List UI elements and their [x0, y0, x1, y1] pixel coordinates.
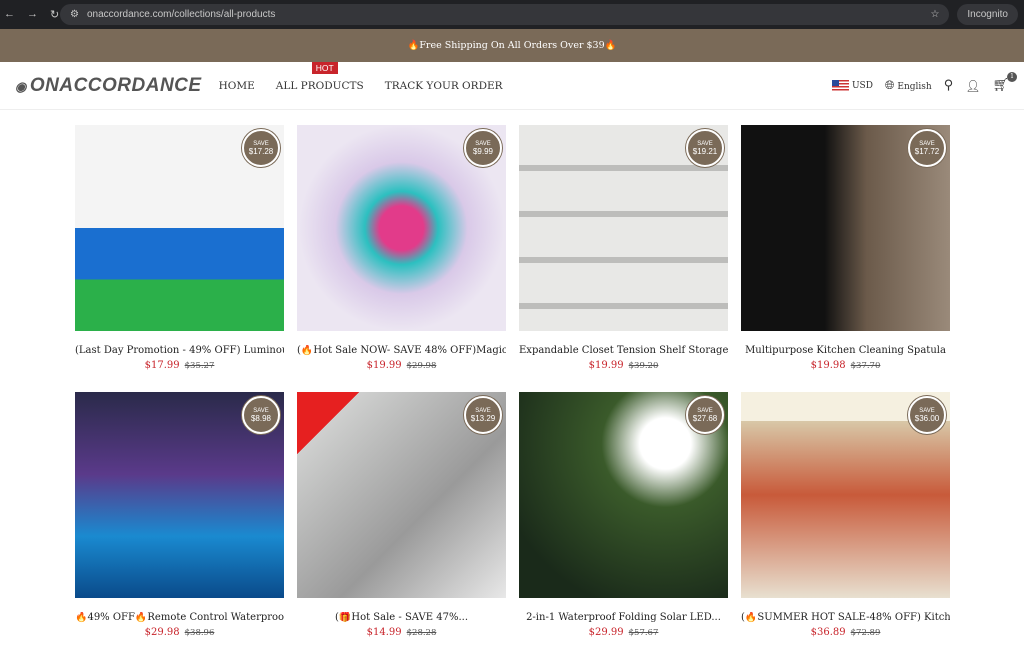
reload-icon[interactable]: ↻	[50, 8, 59, 21]
sale-price: $19.99	[588, 360, 624, 371]
product-title[interactable]: (🔥Hot Sale NOW- SAVE 48% OFF)Magic...	[297, 345, 506, 356]
product-card[interactable]: SAVE $27.68 2-in-1 Waterproof Folding Sol…	[519, 392, 728, 659]
nav-track-order[interactable]: TRACK YOUR ORDER	[385, 80, 503, 92]
nav-all-products[interactable]: HOT ALL PRODUCTS	[275, 61, 364, 92]
original-price: $35.27	[184, 361, 215, 371]
product-image[interactable]: SAVE $19.21	[519, 125, 728, 331]
save-amount: $27.68	[692, 413, 718, 423]
sale-price: $19.99	[366, 360, 402, 371]
product-prices: $36.89 $72.89	[741, 627, 950, 638]
sale-price: $36.89	[810, 627, 846, 638]
cart-icon[interactable]: 🛒︎ 1	[992, 72, 1017, 93]
save-amount: $17.72	[914, 146, 940, 156]
save-badge: SAVE $9.99	[464, 129, 502, 167]
product-prices: $29.99 $57.67	[519, 627, 728, 638]
product-image[interactable]: SAVE $13.29	[297, 392, 506, 598]
original-price: $29.98	[406, 361, 437, 371]
logo-icon: ◉	[15, 78, 27, 94]
product-card[interactable]: SAVE $19.21 Expandable Closet Tension She…	[519, 125, 728, 392]
product-title[interactable]: (🎁Hot Sale - SAVE 47%...	[297, 612, 506, 623]
product-title[interactable]: Expandable Closet Tension Shelf Storage.…	[519, 345, 728, 356]
save-badge: SAVE $19.21	[686, 129, 724, 167]
save-badge: SAVE $36.00	[908, 396, 946, 434]
logo[interactable]: ◉ ONACCORDANCE	[15, 75, 205, 97]
save-badge: SAVE $8.98	[242, 396, 280, 434]
product-title[interactable]: 🔥49% OFF🔥Remote Control Waterproo...	[75, 612, 284, 623]
forward-icon[interactable]: →	[27, 8, 38, 21]
url-text: onaccordance.com/collections/all-product…	[86, 9, 276, 20]
save-amount: $19.21	[692, 146, 718, 156]
save-amount: $36.00	[914, 413, 940, 423]
save-badge: SAVE $27.68	[686, 396, 724, 434]
original-price: $72.89	[850, 628, 881, 638]
main-nav: HOME HOT ALL PRODUCTS TRACK YOUR ORDER	[219, 61, 503, 92]
save-amount: $8.98	[250, 413, 272, 423]
product-prices: $19.98 $37.70	[741, 360, 950, 371]
incognito-label: Incognito	[967, 9, 1008, 20]
product-prices: $19.99 $29.98	[297, 360, 506, 371]
cart-count: 1	[1007, 72, 1017, 82]
sale-price: $17.99	[144, 360, 180, 371]
sale-price: $19.98	[810, 360, 846, 371]
original-price: $39.20	[628, 361, 659, 371]
site-info-icon[interactable]: ⚙	[70, 9, 79, 20]
announcement-text: 🔥Free Shipping On All Orders Over $39🔥	[407, 40, 617, 51]
product-image[interactable]: SAVE $36.00	[741, 392, 950, 598]
language-selector[interactable]: 🌐︎ English	[885, 78, 932, 93]
hot-badge: HOT	[311, 61, 338, 74]
product-card[interactable]: SAVE $9.99 (🔥Hot Sale NOW- SAVE 48% OFF)M…	[297, 125, 506, 392]
save-badge: SAVE $13.29	[464, 396, 502, 434]
product-image[interactable]: SAVE $27.68	[519, 392, 728, 598]
product-prices: $17.99 $35.27	[75, 360, 284, 371]
nav-home[interactable]: HOME	[219, 80, 255, 92]
product-image[interactable]: SAVE $9.99	[297, 125, 506, 331]
browser-bar: ← → ↻ ⚙ onaccordance.com/collections/all-pr…	[0, 0, 1024, 29]
product-card[interactable]: SAVE $13.29 (🎁Hot Sale - SAVE 47%... $14.…	[297, 392, 506, 659]
product-prices: $19.99 $39.20	[519, 360, 728, 371]
announcement-bar: 🔥Free Shipping On All Orders Over $39🔥	[0, 29, 1024, 62]
product-title[interactable]: (Last Day Promotion - 49% OFF) Luminou..…	[75, 345, 284, 356]
sale-price: $14.99	[366, 627, 402, 638]
product-card[interactable]: SAVE $36.00 (🔥SUMMER HOT SALE-48% OFF) Ki…	[741, 392, 950, 659]
address-bar[interactable]: ⚙ onaccordance.com/collections/all-produc…	[60, 4, 950, 25]
back-icon[interactable]: ←	[4, 8, 15, 21]
nav-label: ALL PRODUCTS	[275, 79, 364, 92]
incognito-badge[interactable]: Incognito	[957, 4, 1018, 25]
original-price: $28.28	[406, 628, 437, 638]
save-badge: SAVE $17.28	[242, 129, 280, 167]
sale-price: $29.98	[144, 627, 180, 638]
product-grid: SAVE $17.28 (Last Day Promotion - 49% OFF…	[75, 125, 950, 659]
product-image[interactable]: SAVE $17.72	[741, 125, 950, 331]
account-icon[interactable]: 👤︎	[965, 79, 980, 93]
search-icon[interactable]: ⚲	[944, 78, 954, 93]
currency-selector[interactable]: USD	[831, 80, 873, 91]
product-title[interactable]: 2-in-1 Waterproof Folding Solar LED...	[519, 612, 728, 623]
product-title[interactable]: Multipurpose Kitchen Cleaning Spatula	[741, 345, 950, 356]
language-label: English	[897, 82, 932, 92]
save-amount: $17.28	[248, 146, 274, 156]
original-price: $57.67	[628, 628, 659, 638]
product-image[interactable]: SAVE $17.28	[75, 125, 284, 331]
currency-label: USD	[851, 81, 873, 91]
product-image[interactable]: SAVE $8.98	[75, 392, 284, 598]
bookmark-star-icon[interactable]: ☆	[930, 9, 939, 20]
product-card[interactable]: SAVE $17.72 Multipurpose Kitchen Cleaning…	[741, 125, 950, 392]
product-card[interactable]: SAVE $8.98 🔥49% OFF🔥Remote Control Waterp…	[75, 392, 284, 659]
sale-price: $29.99	[588, 627, 624, 638]
original-price: $37.70	[850, 361, 881, 371]
original-price: $38.96	[184, 628, 215, 638]
product-title[interactable]: (🔥SUMMER HOT SALE-48% OFF) Kitche...	[741, 612, 950, 623]
save-amount: $9.99	[472, 146, 494, 156]
product-prices: $14.99 $28.28	[297, 627, 506, 638]
us-flag-icon	[831, 80, 849, 91]
save-badge: SAVE $17.72	[908, 129, 946, 167]
globe-icon: 🌐︎	[884, 78, 895, 92]
site-header: ◉ ONACCORDANCE HOME HOT ALL PRODUCTS TRACK…	[0, 61, 1024, 110]
product-prices: $29.98 $38.96	[75, 627, 284, 638]
product-card[interactable]: SAVE $17.28 (Last Day Promotion - 49% OFF…	[75, 125, 284, 392]
save-amount: $13.29	[470, 413, 496, 423]
